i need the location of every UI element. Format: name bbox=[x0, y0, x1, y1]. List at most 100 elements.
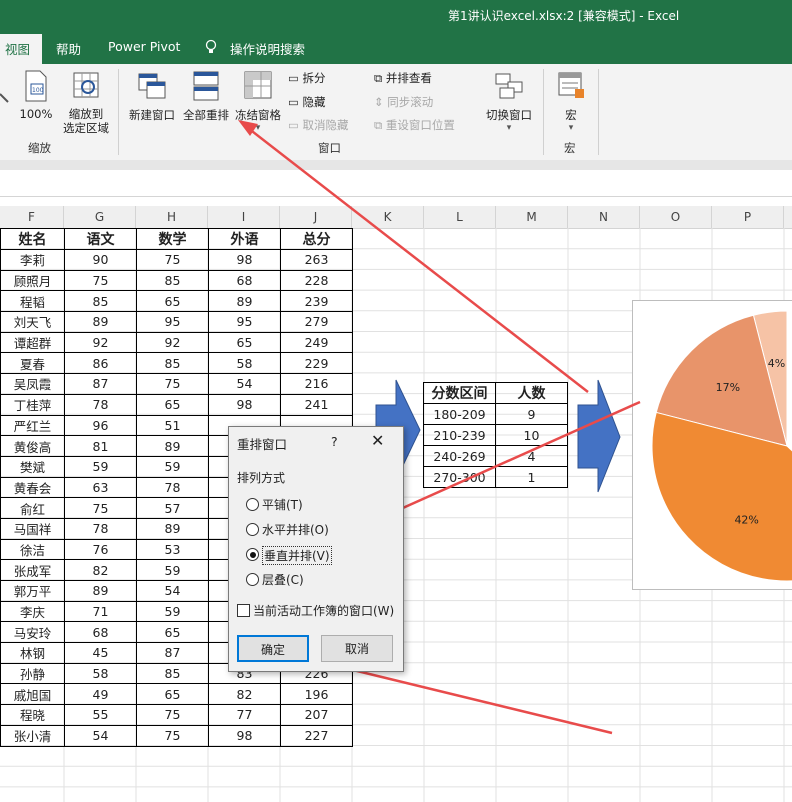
table-cell[interactable]: 263 bbox=[280, 249, 353, 271]
table-cell[interactable]: 95 bbox=[208, 311, 281, 333]
column-header[interactable]: H bbox=[136, 206, 208, 228]
table-cell[interactable]: 85 bbox=[136, 352, 209, 375]
table-cell[interactable]: 59 bbox=[136, 559, 209, 581]
table-cell[interactable]: 9 bbox=[495, 403, 568, 425]
column-heading[interactable]: 语文 bbox=[64, 228, 137, 250]
pie-chart[interactable]: 4% 17% 42% bbox=[632, 300, 792, 590]
table-cell[interactable]: 吴凤霞 bbox=[0, 373, 65, 395]
table-cell[interactable]: 227 bbox=[280, 724, 353, 747]
table-cell[interactable]: 89 bbox=[136, 517, 209, 540]
zoom-to-selection-button[interactable]: 缩放到 选定区域 bbox=[56, 70, 116, 135]
table-cell[interactable]: 239 bbox=[280, 290, 353, 313]
tab-view[interactable]: 视图 bbox=[0, 34, 42, 64]
column-header[interactable]: I bbox=[208, 206, 280, 228]
table-cell[interactable]: 95 bbox=[136, 311, 209, 333]
tab-help[interactable]: 帮助 bbox=[56, 39, 81, 58]
table-cell[interactable]: 马国祥 bbox=[0, 517, 65, 540]
ok-button[interactable]: 确定 bbox=[237, 635, 309, 662]
table-cell[interactable]: 徐洁 bbox=[0, 538, 65, 561]
table-cell[interactable]: 10 bbox=[495, 424, 568, 446]
column-header[interactable]: G bbox=[64, 206, 136, 228]
column-header[interactable]: N bbox=[568, 206, 640, 228]
table-cell[interactable]: 张小清 bbox=[0, 724, 65, 747]
table-cell[interactable]: 75 bbox=[64, 497, 137, 519]
zoom-icon[interactable] bbox=[0, 72, 10, 115]
table-cell[interactable]: 李莉 bbox=[0, 249, 65, 271]
tab-power-pivot[interactable]: Power Pivot bbox=[108, 39, 180, 54]
column-heading[interactable]: 姓名 bbox=[0, 228, 65, 250]
table-cell[interactable]: 51 bbox=[136, 414, 209, 437]
table-cell[interactable]: 程韬 bbox=[0, 290, 65, 313]
table-cell[interactable]: 78 bbox=[136, 476, 209, 499]
table-cell[interactable]: 279 bbox=[280, 311, 353, 333]
table-cell[interactable]: 54 bbox=[64, 724, 137, 747]
unhide-button[interactable]: ▭ 取消隐藏 bbox=[288, 117, 349, 133]
table-cell[interactable]: 228 bbox=[280, 269, 353, 292]
table-cell[interactable]: 241 bbox=[280, 393, 353, 416]
table-cell[interactable]: 196 bbox=[280, 683, 353, 706]
table-cell[interactable]: 樊斌 bbox=[0, 455, 65, 478]
table-cell[interactable]: 85 bbox=[136, 662, 209, 685]
column-header[interactable]: M bbox=[496, 206, 568, 228]
table-cell[interactable]: 严红兰 bbox=[0, 414, 65, 437]
table-cell[interactable]: 210-239 bbox=[423, 424, 496, 446]
table-cell[interactable]: 89 bbox=[208, 290, 281, 313]
radio-tiled[interactable]: 平铺(T) bbox=[246, 496, 386, 514]
table-cell[interactable]: 59 bbox=[136, 455, 209, 478]
table-cell[interactable]: 71 bbox=[64, 600, 137, 623]
table-cell[interactable]: 54 bbox=[136, 580, 209, 602]
table-cell[interactable]: 65 bbox=[208, 331, 281, 354]
column-header[interactable]: J bbox=[280, 206, 352, 228]
help-icon[interactable]: ? bbox=[331, 434, 338, 449]
table-cell[interactable]: 249 bbox=[280, 331, 353, 354]
table-cell[interactable]: 98 bbox=[208, 393, 281, 416]
table-cell[interactable]: 1 bbox=[495, 466, 568, 488]
table-cell[interactable]: 58 bbox=[208, 352, 281, 375]
table-cell[interactable]: 90 bbox=[64, 249, 137, 271]
radio-vertical[interactable]: 垂直并排(V) bbox=[246, 546, 386, 565]
active-workbook-checkbox[interactable]: 当前活动工作簿的窗口(W) bbox=[237, 602, 397, 620]
table-cell[interactable]: 45 bbox=[64, 642, 137, 664]
table-cell[interactable]: 54 bbox=[208, 373, 281, 395]
radio-horizontal[interactable]: 水平并排(O) bbox=[246, 521, 386, 539]
table-cell[interactable]: 92 bbox=[136, 331, 209, 354]
table-cell[interactable]: 65 bbox=[136, 290, 209, 313]
table-cell[interactable]: 4 bbox=[495, 445, 568, 467]
table-cell[interactable]: 85 bbox=[136, 269, 209, 292]
table-cell[interactable]: 65 bbox=[136, 683, 209, 706]
table-cell[interactable]: 夏春 bbox=[0, 352, 65, 375]
table-cell[interactable]: 82 bbox=[208, 683, 281, 706]
column-header[interactable]: L bbox=[424, 206, 496, 228]
table-cell[interactable]: 77 bbox=[208, 704, 281, 726]
table-cell[interactable]: 87 bbox=[136, 642, 209, 664]
table-cell[interactable]: 65 bbox=[136, 621, 209, 644]
column-header[interactable]: F bbox=[0, 206, 64, 228]
sync-scroll-button[interactable]: ⇕ 同步滚动 bbox=[374, 94, 433, 110]
table-cell[interactable]: 55 bbox=[64, 704, 137, 726]
split-button[interactable]: ▭ 拆分 bbox=[288, 70, 326, 86]
zoom-100-button[interactable]: 100 100% bbox=[16, 70, 56, 121]
table-cell[interactable]: 53 bbox=[136, 538, 209, 561]
table-cell[interactable]: 75 bbox=[136, 249, 209, 271]
arrange-all-button[interactable]: 全部重排 bbox=[180, 70, 232, 123]
table-cell[interactable]: 63 bbox=[64, 476, 137, 499]
column-heading[interactable]: 外语 bbox=[208, 228, 281, 250]
column-header[interactable]: K bbox=[352, 206, 424, 228]
table-cell[interactable]: 戚旭国 bbox=[0, 683, 65, 706]
table-cell[interactable]: 顾照月 bbox=[0, 269, 65, 292]
table-cell[interactable]: 98 bbox=[208, 249, 281, 271]
table-cell[interactable]: 孙静 bbox=[0, 662, 65, 685]
table-cell[interactable]: 81 bbox=[64, 435, 137, 457]
table-cell[interactable]: 65 bbox=[136, 393, 209, 416]
table-cell[interactable]: 林钢 bbox=[0, 642, 65, 664]
table-cell[interactable]: 59 bbox=[64, 455, 137, 478]
table-cell[interactable]: 89 bbox=[64, 580, 137, 602]
table-cell[interactable]: 黄俊高 bbox=[0, 435, 65, 457]
freeze-panes-button[interactable]: 冻结窗格 ▾ bbox=[232, 70, 284, 133]
table-cell[interactable]: 张成军 bbox=[0, 559, 65, 581]
column-header[interactable]: P bbox=[712, 206, 784, 228]
table-cell[interactable]: 78 bbox=[64, 517, 137, 540]
formula-bar[interactable] bbox=[0, 170, 792, 197]
reset-window-position-button[interactable]: ⧉ 重设窗口位置 bbox=[374, 117, 455, 133]
table-cell[interactable]: 82 bbox=[64, 559, 137, 581]
